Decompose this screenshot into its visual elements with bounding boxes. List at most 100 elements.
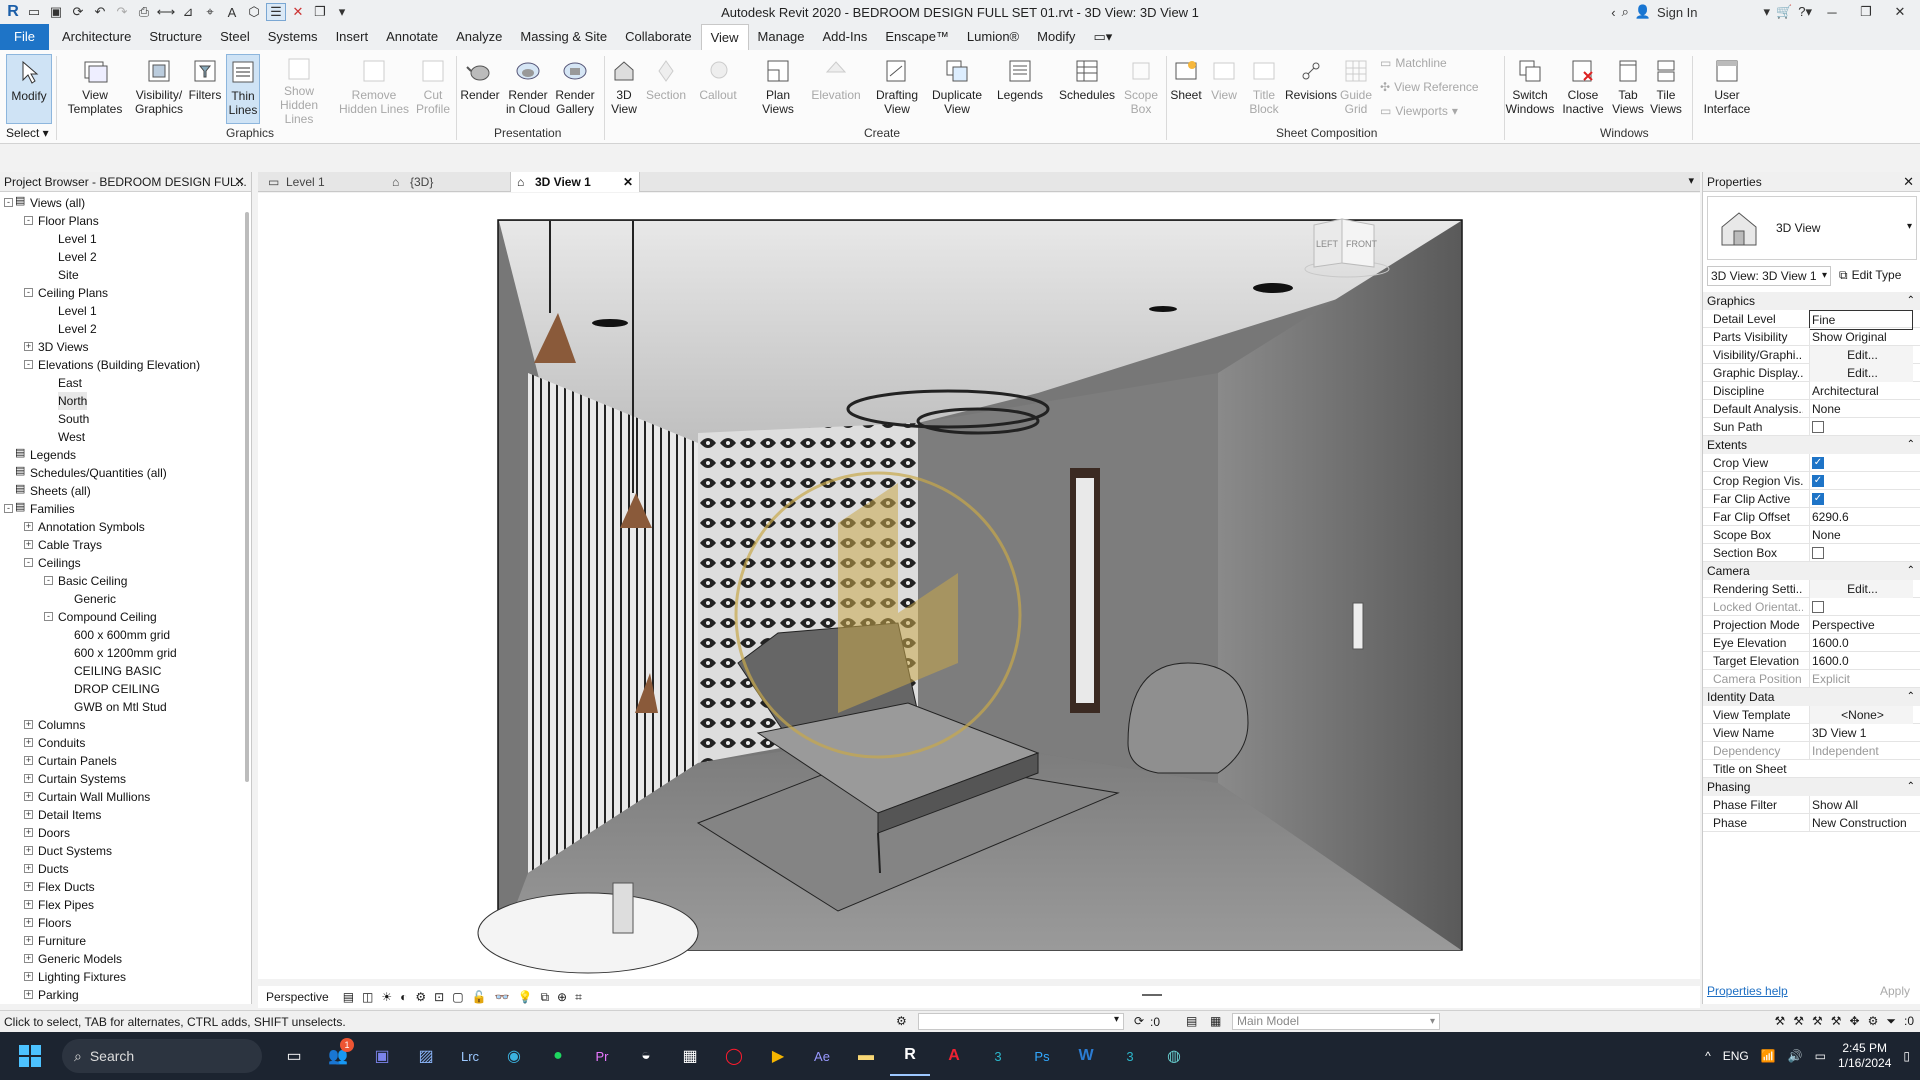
tree-node[interactable]: Flex Pipes	[38, 896, 94, 914]
switch-windows-button[interactable]: Switch Windows	[1506, 54, 1554, 124]
property-value[interactable]: Fine	[1809, 310, 1913, 330]
tree-toggle-icon[interactable]: +	[24, 810, 33, 819]
task-view-icon[interactable]: ▭	[274, 1036, 314, 1076]
viewcube-left-face[interactable]: LEFT	[1316, 239, 1338, 249]
tree-toggle-icon[interactable]: +	[24, 342, 33, 351]
collapse-icon[interactable]: ⌃	[1907, 778, 1915, 796]
collapse-icon[interactable]: ⌃	[1907, 436, 1915, 454]
property-value[interactable]: Show Original	[1809, 328, 1913, 346]
view-templates-button[interactable]: View Templates	[66, 54, 124, 124]
tree-node[interactable]: Doors	[38, 824, 70, 842]
cart-icon[interactable]: 🛒	[1776, 4, 1792, 20]
sheet-button[interactable]: Sheet	[1168, 54, 1204, 124]
select-underlay-icon[interactable]: ⚒	[1793, 1014, 1804, 1029]
tree-toggle-icon[interactable]: +	[24, 882, 33, 891]
tree-node[interactable]: Basic Ceiling	[58, 572, 127, 590]
ribbon-tab-collaborate[interactable]: Collaborate	[616, 24, 701, 50]
clock[interactable]: 2:45 PM 1/16/2024	[1838, 1041, 1891, 1071]
property-category[interactable]: Identity Data ⌃	[1703, 688, 1920, 706]
tree-toggle-icon[interactable]: +	[24, 918, 33, 927]
tile-views-button[interactable]: Tile Views	[1648, 54, 1684, 124]
filter-icon[interactable]: ⏷	[1886, 1014, 1896, 1029]
ribbon-tab-insert[interactable]: Insert	[327, 24, 378, 50]
property-value[interactable]: Show All	[1809, 796, 1913, 814]
project-browser-scrollbar[interactable]	[245, 212, 249, 782]
people-icon[interactable]: 👥 1	[318, 1036, 358, 1076]
ribbon-tab-structure[interactable]: Structure	[140, 24, 211, 50]
tree-toggle-icon[interactable]: +	[24, 792, 33, 801]
tree-node[interactable]: Families	[30, 500, 75, 518]
property-value[interactable]: Edit...	[1809, 346, 1913, 364]
ribbon-tab-architecture[interactable]: Architecture	[53, 24, 140, 50]
tree-toggle-icon[interactable]: -	[4, 504, 13, 513]
select-pinned-icon[interactable]: ⚒	[1812, 1014, 1823, 1029]
undo-icon[interactable]: ↶	[90, 3, 110, 21]
workset-dropdown[interactable]: ▾	[918, 1013, 1124, 1030]
tree-toggle-icon[interactable]: +	[24, 540, 33, 549]
tag-icon[interactable]: ⌖	[200, 3, 220, 21]
close-icon[interactable]: ✕	[234, 172, 245, 192]
word-icon[interactable]: W	[1066, 1036, 1106, 1076]
property-checkbox[interactable]: ✓	[1812, 492, 1824, 505]
after-effects-icon[interactable]: Ae	[802, 1036, 842, 1076]
render-gallery-button[interactable]: Render Gallery	[552, 54, 598, 124]
ribbon-tab-steel[interactable]: Steel	[211, 24, 259, 50]
property-value[interactable]: None	[1809, 400, 1913, 418]
visual-style-icon[interactable]: ◫	[362, 990, 373, 1004]
user-icon[interactable]: 👤	[1635, 4, 1651, 20]
tree-toggle-icon[interactable]: -	[24, 216, 33, 225]
tree-node[interactable]: Floor Plans	[38, 212, 99, 230]
edit-type-button[interactable]: ⧉ Edit Type	[1839, 266, 1901, 286]
text-icon[interactable]: A	[222, 3, 242, 21]
viewports-button[interactable]: ▭ Viewports ▾	[1380, 104, 1458, 118]
tree-node[interactable]: Ceiling Plans	[38, 284, 108, 302]
property-value[interactable]: ✓	[1809, 490, 1913, 508]
tree-toggle-icon[interactable]: +	[24, 828, 33, 837]
3dsmax-icon[interactable]: 3	[978, 1036, 1018, 1076]
lightroom-icon[interactable]: Lrc	[450, 1036, 490, 1076]
tree-node[interactable]: Curtain Panels	[38, 752, 117, 770]
property-value[interactable]: ✓	[1809, 472, 1913, 490]
scroll-handle[interactable]	[1142, 994, 1162, 996]
teams-icon[interactable]: ▣	[362, 1036, 402, 1076]
tree-node[interactable]: Level 2	[58, 248, 97, 266]
tree-node[interactable]: Parking	[38, 986, 79, 1004]
open-icon[interactable]: ▭	[24, 3, 44, 21]
property-value[interactable]: None	[1809, 526, 1913, 544]
tree-toggle-icon[interactable]: +	[24, 756, 33, 765]
tree-node[interactable]: DROP CEILING	[74, 680, 160, 698]
tree-node[interactable]: Curtain Systems	[38, 770, 126, 788]
tree-node[interactable]: Curtain Wall Mullions	[38, 788, 150, 806]
tree-node[interactable]: North	[58, 392, 88, 410]
show-crop-icon[interactable]: ▢	[452, 990, 463, 1004]
design-options-icon[interactable]: ▤	[1186, 1014, 1197, 1028]
property-checkbox[interactable]	[1812, 546, 1824, 559]
duplicate-view-button[interactable]: Duplicate View	[928, 54, 986, 124]
tree-node[interactable]: South	[58, 410, 89, 428]
ribbon-tab-file[interactable]: File	[0, 24, 49, 50]
revisions-button[interactable]: Revisions	[1285, 54, 1337, 124]
worksharing-icon[interactable]: ⧉	[540, 990, 549, 1005]
volume-icon[interactable]: 🔊	[1788, 1049, 1803, 1063]
property-value[interactable]: Explicit	[1809, 670, 1913, 688]
tree-toggle-icon[interactable]: +	[24, 954, 33, 963]
tree-toggle-icon[interactable]: +	[24, 864, 33, 873]
tree-node[interactable]: 600 x 600mm grid	[74, 626, 170, 644]
viewcube[interactable]: LEFT FRONT	[1302, 217, 1392, 281]
view-reference-button[interactable]: ✣ View Reference	[1380, 80, 1479, 94]
autocad-icon[interactable]: A	[934, 1036, 974, 1076]
thin-lines-button[interactable]: Thin Lines	[226, 54, 260, 124]
tree-toggle-icon[interactable]: -	[24, 288, 33, 297]
detail-level-icon[interactable]: ▤	[343, 990, 354, 1004]
property-value[interactable]: Architectural	[1809, 382, 1913, 400]
tree-node[interactable]: Columns	[38, 716, 85, 734]
schedules-button[interactable]: Schedules	[1056, 54, 1118, 124]
tree-toggle-icon[interactable]: +	[24, 846, 33, 855]
ribbon-tab-add-ins[interactable]: Add-Ins	[814, 24, 877, 50]
tree-node[interactable]: West	[58, 428, 85, 446]
redo-icon[interactable]: ↷	[112, 3, 132, 21]
minimize-button[interactable]: ─	[1818, 5, 1846, 20]
language-indicator[interactable]: ENG	[1723, 1049, 1749, 1063]
plan-views-button[interactable]: Plan Views	[756, 54, 800, 124]
chevron-up-icon[interactable]: ^	[1705, 1049, 1711, 1063]
